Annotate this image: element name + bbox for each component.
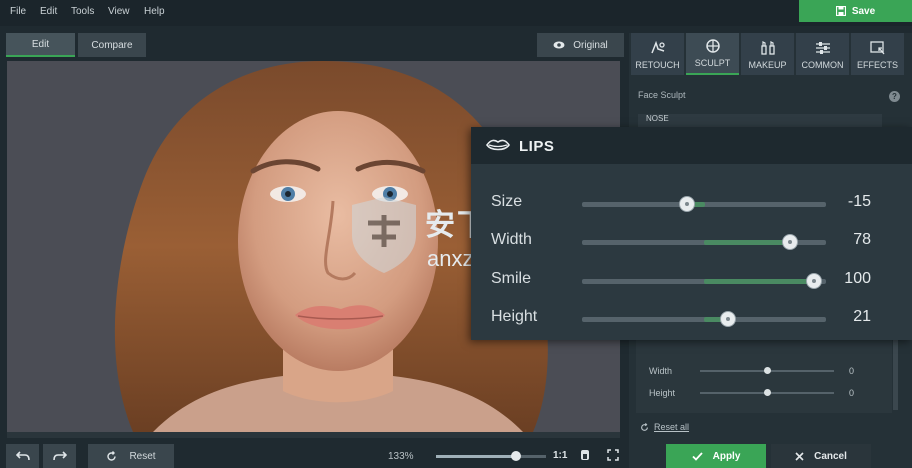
effects-icon bbox=[869, 41, 884, 55]
menu-view[interactable]: View bbox=[108, 6, 130, 17]
menu-help[interactable]: Help bbox=[144, 6, 165, 17]
redo-button[interactable] bbox=[43, 444, 76, 468]
apply-button[interactable]: Apply bbox=[666, 444, 766, 468]
lips-title: LIPS bbox=[519, 138, 555, 155]
lips-height-thumb[interactable] bbox=[720, 311, 736, 327]
save-icon bbox=[835, 6, 846, 16]
tab-effects[interactable]: EFFECTS bbox=[851, 33, 904, 75]
retouch-icon bbox=[650, 41, 665, 54]
reset-button[interactable]: Reset bbox=[88, 444, 174, 468]
tab-retouch[interactable]: RETOUCH bbox=[631, 33, 684, 75]
cancel-button[interactable]: Cancel bbox=[771, 444, 871, 468]
tab-common[interactable]: COMMON bbox=[796, 33, 849, 75]
lips-size-thumb[interactable] bbox=[679, 196, 695, 212]
menu-file[interactable]: File bbox=[10, 6, 26, 17]
zoom-slider-fill bbox=[436, 455, 516, 458]
tab-compare[interactable]: Compare bbox=[78, 33, 146, 57]
sliders-icon bbox=[815, 42, 830, 54]
save-button[interactable]: Save bbox=[799, 0, 912, 22]
actual-size-button[interactable]: 1:1 bbox=[553, 450, 567, 461]
panel-scrollbar[interactable] bbox=[893, 330, 898, 410]
lips-smile-value: 100 bbox=[844, 270, 871, 287]
lips-size-label: Size bbox=[491, 193, 523, 210]
chin-height-thumb[interactable] bbox=[764, 389, 771, 396]
lips-width-fill bbox=[704, 240, 790, 245]
tab-sculpt[interactable]: SCULPT bbox=[686, 33, 739, 75]
undo-button[interactable] bbox=[6, 444, 39, 468]
lips-width-thumb[interactable] bbox=[782, 234, 798, 250]
check-icon bbox=[691, 451, 703, 461]
lips-smile-thumb[interactable] bbox=[806, 273, 822, 289]
lips-width-value: 78 bbox=[853, 231, 871, 248]
chin-width-label: Width bbox=[649, 366, 673, 376]
sculpt-icon bbox=[705, 39, 720, 53]
chin-height-label: Height bbox=[649, 388, 676, 398]
lips-smile-fill bbox=[704, 279, 814, 284]
eye-icon bbox=[553, 41, 565, 49]
tab-makeup[interactable]: MAKEUP bbox=[741, 33, 794, 75]
tab-makeup-label: MAKEUP bbox=[748, 60, 787, 70]
lips-height-label: Height bbox=[491, 308, 538, 325]
original-button[interactable]: Original bbox=[537, 33, 624, 57]
fit-screen-icon[interactable] bbox=[580, 449, 590, 464]
tab-effects-label: EFFECTS bbox=[856, 60, 898, 70]
menu-edit[interactable]: Edit bbox=[40, 6, 57, 17]
save-label: Save bbox=[851, 5, 876, 17]
reset-all-label: Reset all bbox=[654, 422, 690, 432]
help-icon[interactable]: ? bbox=[889, 91, 900, 102]
tab-sculpt-label: SCULPT bbox=[694, 58, 731, 68]
lips-icon bbox=[486, 139, 510, 151]
menu-tools[interactable]: Tools bbox=[71, 6, 94, 17]
makeup-icon bbox=[760, 41, 775, 55]
cancel-label: Cancel bbox=[814, 450, 847, 462]
reset-icon bbox=[107, 450, 117, 461]
lips-size-value: -15 bbox=[847, 193, 871, 210]
menu-bar: File Edit Tools View Help bbox=[0, 0, 912, 26]
reset-all-icon bbox=[641, 422, 648, 431]
tab-retouch-label: RETOUCH bbox=[635, 60, 680, 70]
chin-width-thumb[interactable] bbox=[764, 367, 771, 374]
lips-smile-label: Smile bbox=[491, 270, 532, 287]
reset-all-link[interactable]: Reset all bbox=[640, 422, 689, 432]
fullscreen-icon[interactable] bbox=[607, 449, 619, 464]
redo-icon bbox=[52, 451, 67, 461]
face-sculpt-title: Face Sculpt bbox=[638, 90, 686, 100]
close-icon bbox=[795, 451, 804, 461]
undo-icon bbox=[15, 451, 30, 461]
zoom-slider-thumb[interactable] bbox=[511, 451, 521, 461]
chin-width-value: 0 bbox=[849, 366, 855, 376]
lips-height-value: 21 bbox=[853, 308, 871, 325]
reset-label: Reset bbox=[129, 450, 156, 462]
tab-edit[interactable]: Edit bbox=[6, 33, 75, 57]
apply-label: Apply bbox=[712, 450, 741, 462]
zoom-level: 133% bbox=[388, 451, 414, 462]
chin-height-value: 0 bbox=[849, 388, 855, 398]
original-label: Original bbox=[573, 39, 608, 51]
horizontal-scrollbar[interactable] bbox=[7, 432, 620, 438]
tab-common-label: COMMON bbox=[801, 60, 844, 70]
lips-width-label: Width bbox=[491, 231, 532, 248]
